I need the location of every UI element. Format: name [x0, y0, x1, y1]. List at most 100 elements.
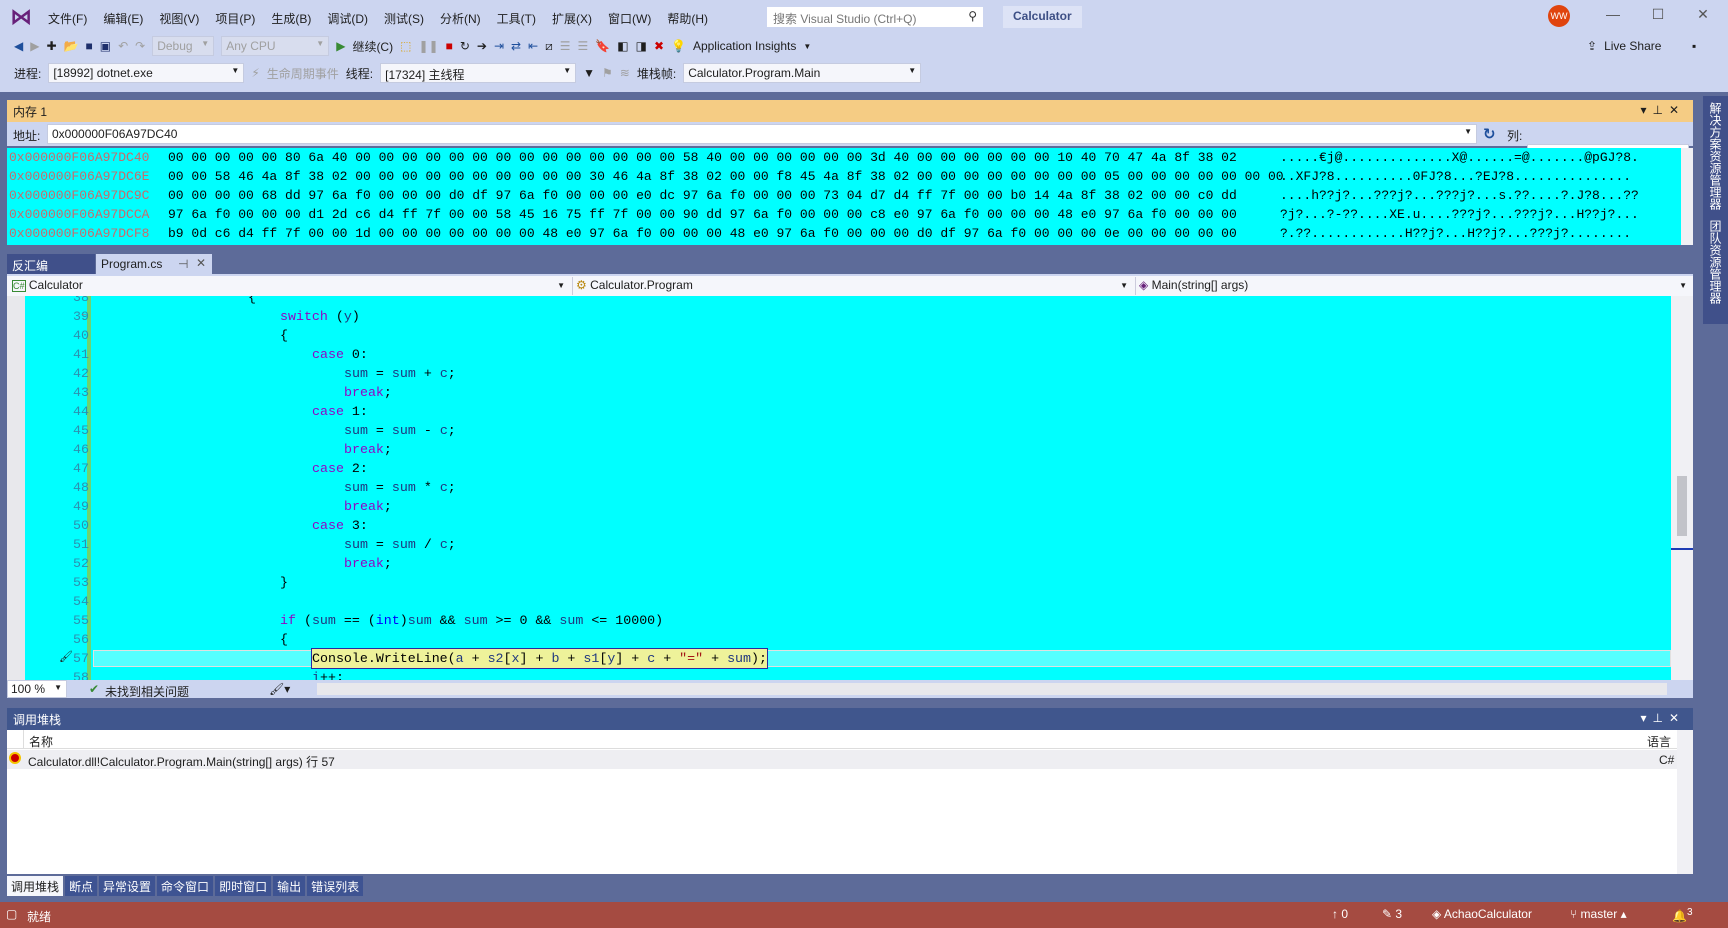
- menu-item[interactable]: 项目(P): [207, 10, 263, 27]
- dropdown-icon[interactable]: ▾: [1640, 711, 1652, 725]
- memory-row[interactable]: 0x000000F06A97DC9C 00 00 00 00 68 dd 97 6…: [7, 186, 1681, 205]
- stop-icon[interactable]: ■: [446, 39, 453, 53]
- breakpoint-margin[interactable]: [7, 296, 25, 680]
- menu-item[interactable]: 扩展(X): [544, 10, 600, 27]
- code-cleanup-icon[interactable]: 🖌▾: [269, 682, 290, 696]
- menu-item[interactable]: 文件(F): [40, 10, 95, 27]
- member-dropdown[interactable]: ◈ Main(string[] args) ▼: [1135, 277, 1691, 295]
- code-line[interactable]: 54: [25, 592, 1671, 611]
- pause-icon[interactable]: ❚❚: [418, 39, 438, 53]
- memory-bytes[interactable]: 00 00 00 00 00 80 6a 40 00 00 00 00 00 0…: [168, 148, 1237, 167]
- memory-bytes[interactable]: b9 0d c6 d4 ff 7f 00 00 1d 00 00 00 00 0…: [168, 224, 1237, 243]
- tab-disassembly[interactable]: 反汇编: [7, 254, 95, 274]
- push-button[interactable]: ↑ 0: [1332, 907, 1348, 921]
- memory-row[interactable]: 0x000000F06A97DC40 00 00 00 00 00 80 6a 4…: [7, 148, 1681, 167]
- step-into-icon[interactable]: ⇥: [494, 39, 504, 53]
- refresh-icon[interactable]: ↻: [1483, 125, 1496, 143]
- menu-item[interactable]: 帮助(H): [659, 10, 716, 27]
- menu-item[interactable]: 工具(T): [489, 10, 544, 27]
- dropdown-icon[interactable]: ▾: [1640, 103, 1652, 117]
- continue-button[interactable]: 继续(C): [352, 38, 393, 55]
- step-out-icon[interactable]: ⇤: [528, 39, 538, 53]
- find-icon[interactable]: ⬚: [400, 39, 411, 53]
- code-line[interactable]: 52 break;: [25, 554, 1671, 573]
- pending-changes-button[interactable]: ✎ 3: [1382, 907, 1402, 921]
- code-line[interactable]: 44 case 1:: [25, 402, 1671, 421]
- memory-bytes[interactable]: 00 00 00 00 68 dd 97 6a f0 00 00 00 d0 d…: [168, 186, 1237, 205]
- close-window-button[interactable]: ✕: [1688, 6, 1718, 26]
- uncomment-icon[interactable]: ☰: [578, 39, 589, 53]
- collapse-icon[interactable]: −: [81, 611, 87, 630]
- open-file-icon[interactable]: 📂: [64, 39, 79, 53]
- callstack-row[interactable]: Calculator.dll!Calculator.Program.Main(s…: [7, 750, 1677, 769]
- code-line[interactable]: 56 {: [25, 630, 1671, 649]
- callstack-scrollbar[interactable]: [1677, 730, 1693, 874]
- bottom-tab[interactable]: 调用堆栈: [7, 876, 64, 896]
- minimize-button[interactable]: —: [1598, 6, 1628, 26]
- back-icon[interactable]: ◀: [14, 39, 23, 53]
- side-tab-team-explorer[interactable]: 团队资源管理器: [1703, 214, 1728, 324]
- menu-item[interactable]: 生成(B): [263, 10, 319, 27]
- close-icon[interactable]: ✕: [196, 256, 206, 270]
- clear-bookmarks-icon[interactable]: ✖: [654, 39, 664, 53]
- column-name[interactable]: 名称: [29, 733, 53, 750]
- show-next-statement-icon[interactable]: ➔: [477, 39, 487, 53]
- pin-icon[interactable]: ⊣: [178, 257, 188, 271]
- save-icon[interactable]: ■: [85, 39, 92, 53]
- maximize-button[interactable]: ☐: [1643, 6, 1673, 26]
- code-line[interactable]: 42 sum = sum + c;: [25, 364, 1671, 383]
- restart-icon[interactable]: ↻: [460, 39, 470, 53]
- pin-icon[interactable]: ⊥: [1652, 711, 1668, 725]
- editor-vertical-scrollbar[interactable]: [1671, 296, 1693, 680]
- bottom-tab[interactable]: 错误列表: [307, 876, 364, 896]
- code-line[interactable]: 40 {: [25, 326, 1671, 345]
- scrollbar-thumb[interactable]: [1677, 476, 1687, 536]
- redo-icon[interactable]: ↷: [135, 39, 145, 53]
- branch-button[interactable]: ⑂ master ▴: [1570, 907, 1627, 921]
- lifecycle-events-button[interactable]: 生命周期事件: [267, 65, 339, 82]
- code-line[interactable]: 41 case 0:: [25, 345, 1671, 364]
- bookmark-icon[interactable]: 🔖: [595, 39, 610, 53]
- config-dropdown[interactable]: Debug ▼: [152, 36, 215, 56]
- bottom-tab[interactable]: 命令窗口: [157, 876, 214, 896]
- editor-horizontal-scrollbar[interactable]: [317, 683, 1667, 695]
- code-line[interactable]: 46 break;: [25, 440, 1671, 459]
- column-language[interactable]: 语言: [1647, 733, 1671, 750]
- code-line[interactable]: 55− if (sum == (int)sum && sum >= 0 && su…: [25, 611, 1671, 630]
- close-icon[interactable]: ✕: [1669, 103, 1685, 117]
- bottom-tab[interactable]: 即时窗口: [215, 876, 272, 896]
- process-dropdown[interactable]: [18992] dotnet.exe ▼: [48, 63, 245, 83]
- tab-program-cs[interactable]: Program.cs ⊣ ✕: [96, 254, 212, 274]
- code-line[interactable]: 39− switch (y): [25, 307, 1671, 326]
- class-dropdown[interactable]: ⚙ Calculator.Program ▼: [572, 277, 1132, 295]
- menu-item[interactable]: 编辑(E): [95, 10, 151, 27]
- panel-controls[interactable]: ▾⊥✕: [1640, 103, 1685, 117]
- zoom-dropdown[interactable]: 100 % ▼: [7, 680, 67, 698]
- notifications-button[interactable]: 🔔3: [1672, 907, 1693, 923]
- code-line[interactable]: 45 sum = sum - c;: [25, 421, 1671, 440]
- project-dropdown[interactable]: C# Calculator ▼: [9, 277, 569, 295]
- repo-button[interactable]: ◈ AchaoCalculator: [1432, 907, 1532, 921]
- menu-item[interactable]: 分析(N): [432, 10, 489, 27]
- application-insights-button[interactable]: Application Insights: [693, 39, 796, 53]
- new-project-icon[interactable]: ✚: [46, 39, 56, 53]
- memory-hex-view[interactable]: 0x000000F06A97DC40 00 00 00 00 00 80 6a 4…: [7, 148, 1681, 245]
- search-input[interactable]: 搜索 Visual Studio (Ctrl+Q) ⚲: [766, 6, 984, 28]
- code-line[interactable]: 57 🖌 Console.WriteLine(a + s2[x] + b + s1[…: [25, 648, 1671, 669]
- next-bookmark-icon[interactable]: ◨: [636, 39, 647, 53]
- flag-icon[interactable]: ⚑: [602, 66, 613, 80]
- avatar[interactable]: WW: [1548, 5, 1570, 27]
- bottom-tab[interactable]: 异常设置: [99, 876, 156, 896]
- undo-icon[interactable]: ↶: [118, 39, 128, 53]
- bottom-tab[interactable]: 断点: [65, 876, 98, 896]
- bottom-tab[interactable]: 输出: [273, 876, 306, 896]
- memory-row[interactable]: 0x000000F06A97DCCA 97 6a f0 00 00 00 d1 2…: [7, 205, 1681, 224]
- menu-item[interactable]: 测试(S): [376, 10, 432, 27]
- memory-bytes[interactable]: 00 00 58 46 4a 8f 38 02 00 00 00 00 00 0…: [168, 167, 1284, 186]
- filter-icon[interactable]: ▼: [583, 66, 595, 80]
- step-over-icon[interactable]: ⇄: [511, 39, 521, 53]
- prev-bookmark-icon[interactable]: ◧: [617, 39, 628, 53]
- show-threads-icon[interactable]: ≋: [620, 66, 630, 80]
- menu-item[interactable]: 视图(V): [151, 10, 207, 27]
- panel-controls[interactable]: ▾⊥✕: [1640, 711, 1685, 725]
